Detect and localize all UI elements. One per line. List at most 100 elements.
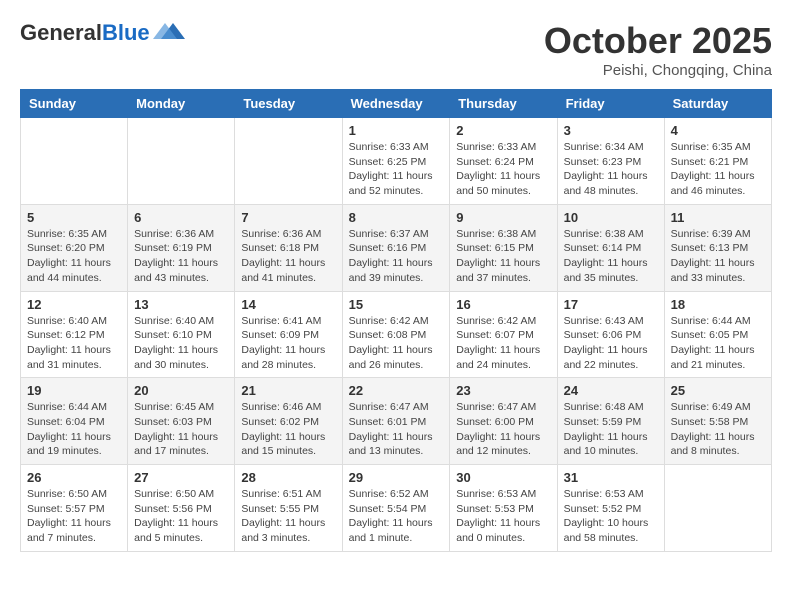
day-number: 7 <box>241 210 335 225</box>
calendar-week-4: 19 Sunrise: 6:44 AM Sunset: 6:04 PM Dayli… <box>21 378 772 465</box>
day-number: 17 <box>564 297 658 312</box>
day-info: Sunrise: 6:40 AM Sunset: 6:12 PM Dayligh… <box>27 314 121 373</box>
day-info: Sunrise: 6:44 AM Sunset: 6:04 PM Dayligh… <box>27 400 121 459</box>
weekday-header-saturday: Saturday <box>664 90 771 118</box>
calendar-cell: 14Sunrise: 6:41 AM Sunset: 6:09 PM Dayli… <box>235 291 342 378</box>
calendar-week-1: 1 Sunrise: 6:33 AM Sunset: 6:25 PM Daylig… <box>21 118 772 205</box>
calendar-cell: 25 Sunrise: 6:49 AM Sunset: 5:58 PM Dayli… <box>664 378 771 465</box>
calendar-cell: 28Sunrise: 6:51 AM Sunset: 5:55 PM Dayli… <box>235 465 342 552</box>
calendar-cell: 10Sunrise: 6:38 AM Sunset: 6:14 PM Dayli… <box>557 204 664 291</box>
calendar-cell: 26 Sunrise: 6:50 AM Sunset: 5:57 PM Dayli… <box>21 465 128 552</box>
calendar-week-2: 5Sunrise: 6:35 AM Sunset: 6:20 PM Daylig… <box>21 204 772 291</box>
calendar-cell: 27 Sunrise: 6:50 AM Sunset: 5:56 PM Dayli… <box>128 465 235 552</box>
calendar-cell: 21 Sunrise: 6:46 AM Sunset: 6:02 PM Dayli… <box>235 378 342 465</box>
calendar-cell: 24Sunrise: 6:48 AM Sunset: 5:59 PM Dayli… <box>557 378 664 465</box>
day-number: 2 <box>456 123 550 138</box>
calendar-cell: 31 Sunrise: 6:53 AM Sunset: 5:52 PM Dayli… <box>557 465 664 552</box>
day-number: 26 <box>27 470 121 485</box>
calendar-cell: 17 Sunrise: 6:43 AM Sunset: 6:06 PM Dayli… <box>557 291 664 378</box>
calendar-cell: 20 Sunrise: 6:45 AM Sunset: 6:03 PM Dayli… <box>128 378 235 465</box>
weekday-header-row: SundayMondayTuesdayWednesdayThursdayFrid… <box>21 90 772 118</box>
day-number: 3 <box>564 123 658 138</box>
day-number: 4 <box>671 123 765 138</box>
day-info: Sunrise: 6:33 AM Sunset: 6:25 PM Dayligh… <box>349 140 444 199</box>
day-info: Sunrise: 6:46 AM Sunset: 6:02 PM Dayligh… <box>241 400 335 459</box>
day-number: 16 <box>456 297 550 312</box>
weekday-header-friday: Friday <box>557 90 664 118</box>
day-info: Sunrise: 6:36 AM Sunset: 6:19 PM Dayligh… <box>134 227 228 286</box>
calendar-cell: 13Sunrise: 6:40 AM Sunset: 6:10 PM Dayli… <box>128 291 235 378</box>
day-info: Sunrise: 6:42 AM Sunset: 6:08 PM Dayligh… <box>349 314 444 373</box>
day-info: Sunrise: 6:50 AM Sunset: 5:56 PM Dayligh… <box>134 487 228 546</box>
calendar-cell: 1 Sunrise: 6:33 AM Sunset: 6:25 PM Daylig… <box>342 118 450 205</box>
day-number: 21 <box>241 383 335 398</box>
calendar-cell: 29 Sunrise: 6:52 AM Sunset: 5:54 PM Dayli… <box>342 465 450 552</box>
day-info: Sunrise: 6:53 AM Sunset: 5:53 PM Dayligh… <box>456 487 550 546</box>
calendar-week-5: 26 Sunrise: 6:50 AM Sunset: 5:57 PM Dayli… <box>21 465 772 552</box>
day-number: 8 <box>349 210 444 225</box>
day-info: Sunrise: 6:40 AM Sunset: 6:10 PM Dayligh… <box>134 314 228 373</box>
day-info: Sunrise: 6:37 AM Sunset: 6:16 PM Dayligh… <box>349 227 444 286</box>
day-info: Sunrise: 6:50 AM Sunset: 5:57 PM Dayligh… <box>27 487 121 546</box>
day-info: Sunrise: 6:35 AM Sunset: 6:21 PM Dayligh… <box>671 140 765 199</box>
day-info: Sunrise: 6:49 AM Sunset: 5:58 PM Dayligh… <box>671 400 765 459</box>
calendar-cell <box>21 118 128 205</box>
day-info: Sunrise: 6:47 AM Sunset: 6:01 PM Dayligh… <box>349 400 444 459</box>
day-info: Sunrise: 6:36 AM Sunset: 6:18 PM Dayligh… <box>241 227 335 286</box>
day-number: 25 <box>671 383 765 398</box>
day-info: Sunrise: 6:44 AM Sunset: 6:05 PM Dayligh… <box>671 314 765 373</box>
day-info: Sunrise: 6:42 AM Sunset: 6:07 PM Dayligh… <box>456 314 550 373</box>
day-info: Sunrise: 6:38 AM Sunset: 6:15 PM Dayligh… <box>456 227 550 286</box>
location-subtitle: Peishi, Chongqing, China <box>544 62 772 79</box>
logo-icon <box>153 21 185 41</box>
day-number: 14 <box>241 297 335 312</box>
month-title: October 2025 <box>544 20 772 62</box>
day-number: 11 <box>671 210 765 225</box>
calendar-cell: 18 Sunrise: 6:44 AM Sunset: 6:05 PM Dayli… <box>664 291 771 378</box>
day-info: Sunrise: 6:45 AM Sunset: 6:03 PM Dayligh… <box>134 400 228 459</box>
day-number: 10 <box>564 210 658 225</box>
day-info: Sunrise: 6:53 AM Sunset: 5:52 PM Dayligh… <box>564 487 658 546</box>
calendar-cell: 22 Sunrise: 6:47 AM Sunset: 6:01 PM Dayli… <box>342 378 450 465</box>
page-header: GeneralBlue October 2025 Peishi, Chongqi… <box>20 20 772 79</box>
calendar-cell: 2 Sunrise: 6:33 AM Sunset: 6:24 PM Daylig… <box>450 118 557 205</box>
day-number: 20 <box>134 383 228 398</box>
logo-text: GeneralBlue <box>20 20 150 46</box>
day-number: 18 <box>671 297 765 312</box>
calendar-cell <box>128 118 235 205</box>
calendar-table: SundayMondayTuesdayWednesdayThursdayFrid… <box>20 89 772 552</box>
calendar-cell: 8 Sunrise: 6:37 AM Sunset: 6:16 PM Daylig… <box>342 204 450 291</box>
day-number: 19 <box>27 383 121 398</box>
day-info: Sunrise: 6:43 AM Sunset: 6:06 PM Dayligh… <box>564 314 658 373</box>
day-number: 30 <box>456 470 550 485</box>
day-info: Sunrise: 6:39 AM Sunset: 6:13 PM Dayligh… <box>671 227 765 286</box>
calendar-cell: 3 Sunrise: 6:34 AM Sunset: 6:23 PM Daylig… <box>557 118 664 205</box>
calendar-cell: 6 Sunrise: 6:36 AM Sunset: 6:19 PM Daylig… <box>128 204 235 291</box>
day-info: Sunrise: 6:51 AM Sunset: 5:55 PM Dayligh… <box>241 487 335 546</box>
day-number: 31 <box>564 470 658 485</box>
day-number: 22 <box>349 383 444 398</box>
day-number: 29 <box>349 470 444 485</box>
day-number: 9 <box>456 210 550 225</box>
day-number: 24 <box>564 383 658 398</box>
weekday-header-tuesday: Tuesday <box>235 90 342 118</box>
day-number: 12 <box>27 297 121 312</box>
calendar-cell <box>235 118 342 205</box>
calendar-cell: 15 Sunrise: 6:42 AM Sunset: 6:08 PM Dayli… <box>342 291 450 378</box>
day-number: 1 <box>349 123 444 138</box>
day-info: Sunrise: 6:33 AM Sunset: 6:24 PM Dayligh… <box>456 140 550 199</box>
calendar-cell: 11 Sunrise: 6:39 AM Sunset: 6:13 PM Dayli… <box>664 204 771 291</box>
day-number: 6 <box>134 210 228 225</box>
weekday-header-sunday: Sunday <box>21 90 128 118</box>
day-info: Sunrise: 6:34 AM Sunset: 6:23 PM Dayligh… <box>564 140 658 199</box>
weekday-header-monday: Monday <box>128 90 235 118</box>
day-number: 5 <box>27 210 121 225</box>
calendar-cell <box>664 465 771 552</box>
weekday-header-thursday: Thursday <box>450 90 557 118</box>
day-number: 27 <box>134 470 228 485</box>
calendar-cell: 9 Sunrise: 6:38 AM Sunset: 6:15 PM Daylig… <box>450 204 557 291</box>
day-number: 15 <box>349 297 444 312</box>
calendar-week-3: 12 Sunrise: 6:40 AM Sunset: 6:12 PM Dayli… <box>21 291 772 378</box>
day-info: Sunrise: 6:52 AM Sunset: 5:54 PM Dayligh… <box>349 487 444 546</box>
day-info: Sunrise: 6:47 AM Sunset: 6:00 PM Dayligh… <box>456 400 550 459</box>
